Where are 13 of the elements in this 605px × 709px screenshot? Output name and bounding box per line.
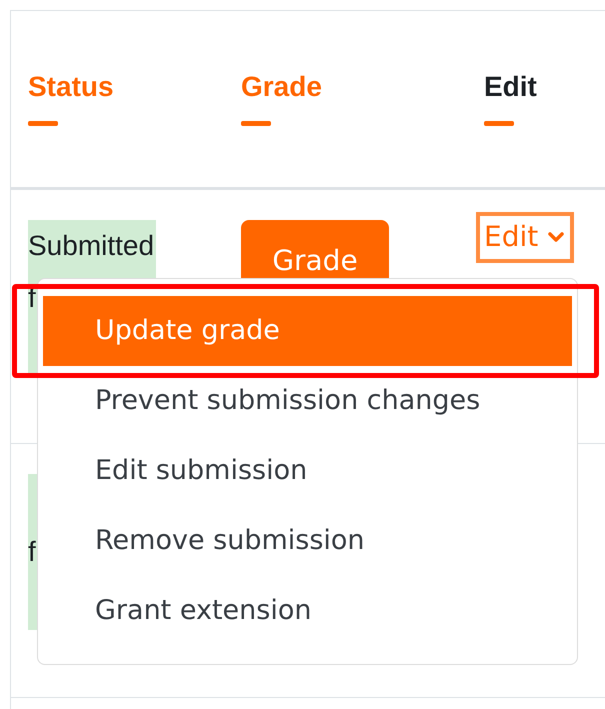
sort-dash-icon xyxy=(484,121,514,126)
column-header: Edit xyxy=(484,71,537,103)
status-cell: f xyxy=(28,474,38,630)
menu-item[interactable]: Edit submission xyxy=(43,436,572,506)
column-header[interactable]: Grade xyxy=(241,71,322,103)
menu-item[interactable]: Remove submission xyxy=(43,506,572,576)
column-header[interactable]: Status xyxy=(28,71,114,103)
sort-dash-icon xyxy=(28,121,58,126)
menu-item[interactable]: Update grade xyxy=(43,296,572,366)
chevron-down-icon xyxy=(548,232,564,242)
edit-dropdown[interactable]: Edit xyxy=(476,212,574,263)
sort-dash-icon xyxy=(241,121,271,126)
menu-item[interactable]: Grant extension xyxy=(43,576,572,646)
